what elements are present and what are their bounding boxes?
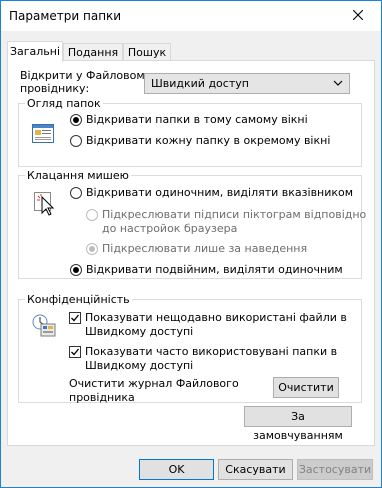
mouse-pointer-icon: [33, 191, 59, 220]
tab-general-label: Загальні: [9, 45, 61, 58]
tab-search-label: Пошук: [127, 46, 167, 59]
single-click-radio[interactable]: [70, 187, 82, 199]
underline-hover-label[interactable]: Підкреслювати лише за наведення: [102, 242, 307, 256]
apply-button-label: Застосувати: [298, 463, 372, 476]
browse-new-window-label[interactable]: Відкривати кожну папку в окремому вікні: [86, 134, 330, 148]
recent-files-label-2: Швидкому доступі: [85, 325, 194, 338]
restore-defaults-label: За замовчуванням: [253, 410, 343, 442]
underline-browser-label-2: до настройок браузера: [102, 222, 238, 235]
open-in-label: Відкрити у Файловому: [20, 69, 152, 82]
privacy-title: Конфіденційність: [25, 293, 132, 306]
privacy-group: Конфіденційність Показувати нещодавно ви…: [18, 293, 362, 404]
double-click-radio[interactable]: [70, 264, 82, 276]
browse-folders-title: Огляд папок: [25, 97, 103, 110]
single-click-label[interactable]: Відкривати одиночним, виділяти вказівник…: [86, 186, 353, 200]
general-tab-panel: Відкрити у Файловому провіднику: Швидкий…: [7, 60, 375, 446]
frequent-folders-checkbox[interactable]: [69, 346, 81, 358]
chevron-down-icon: [333, 78, 343, 91]
open-in-value: Швидкий доступ: [151, 77, 249, 90]
browse-folders-icon: [31, 122, 55, 149]
close-icon: [352, 9, 364, 23]
ok-button[interactable]: OK: [139, 459, 214, 480]
underline-hover-radio[interactable]: [86, 243, 98, 255]
cancel-button[interactable]: Скасувати: [218, 459, 293, 480]
clear-history-label-2: провідника: [69, 391, 135, 404]
browse-same-window-label[interactable]: Відкривати папки в тому самому вікні: [86, 113, 308, 127]
click-items-title: Клацання мишею: [25, 169, 131, 182]
clear-history-label: Очистити журнал Файлового: [69, 377, 239, 390]
tab-search[interactable]: Пошук: [123, 43, 171, 61]
cancel-button-label: Скасувати: [225, 463, 286, 476]
open-in-dropdown[interactable]: Швидкий доступ: [144, 73, 350, 94]
open-in-label-2: провіднику:: [20, 82, 90, 95]
close-button[interactable]: [335, 1, 381, 31]
tab-view-label: Подання: [67, 46, 119, 59]
frequent-folders-label[interactable]: Показувати часто використовувані папки в: [85, 345, 337, 359]
underline-browser-radio[interactable]: [86, 209, 98, 221]
tab-view[interactable]: Подання: [63, 43, 123, 61]
clear-button-label: Очистити: [278, 381, 334, 394]
apply-button[interactable]: Застосувати: [297, 459, 373, 480]
click-items-group: Клацання мишею Відкривати одиночним, вид…: [18, 169, 366, 279]
double-click-label[interactable]: Відкривати подвійним, виділяти одиночним: [86, 263, 343, 277]
browse-folders-group: Огляд папок Відкривати папки в тому само…: [18, 97, 362, 167]
browse-same-window-radio[interactable]: [70, 114, 82, 126]
frequent-folders-label-2: Швидкому доступі: [85, 359, 194, 372]
browse-new-window-radio[interactable]: [70, 135, 82, 147]
privacy-icon: [31, 312, 59, 343]
window-title: Параметри папки: [9, 9, 122, 23]
recent-files-checkbox[interactable]: [69, 312, 81, 324]
underline-browser-label[interactable]: Підкреслювати підписи піктограм відповід…: [102, 208, 366, 222]
restore-defaults-button[interactable]: За замовчуванням: [244, 406, 352, 442]
ok-button-label: OK: [168, 463, 185, 476]
clear-history-button[interactable]: Очистити: [273, 377, 339, 398]
folder-options-window: Параметри папки Загальні Подання Пошук В…: [0, 0, 382, 488]
tab-general[interactable]: Загальні: [7, 41, 63, 62]
recent-files-label[interactable]: Показувати нещодавно використані файли в: [85, 311, 347, 325]
title-bar[interactable]: Параметри папки: [1, 1, 381, 31]
